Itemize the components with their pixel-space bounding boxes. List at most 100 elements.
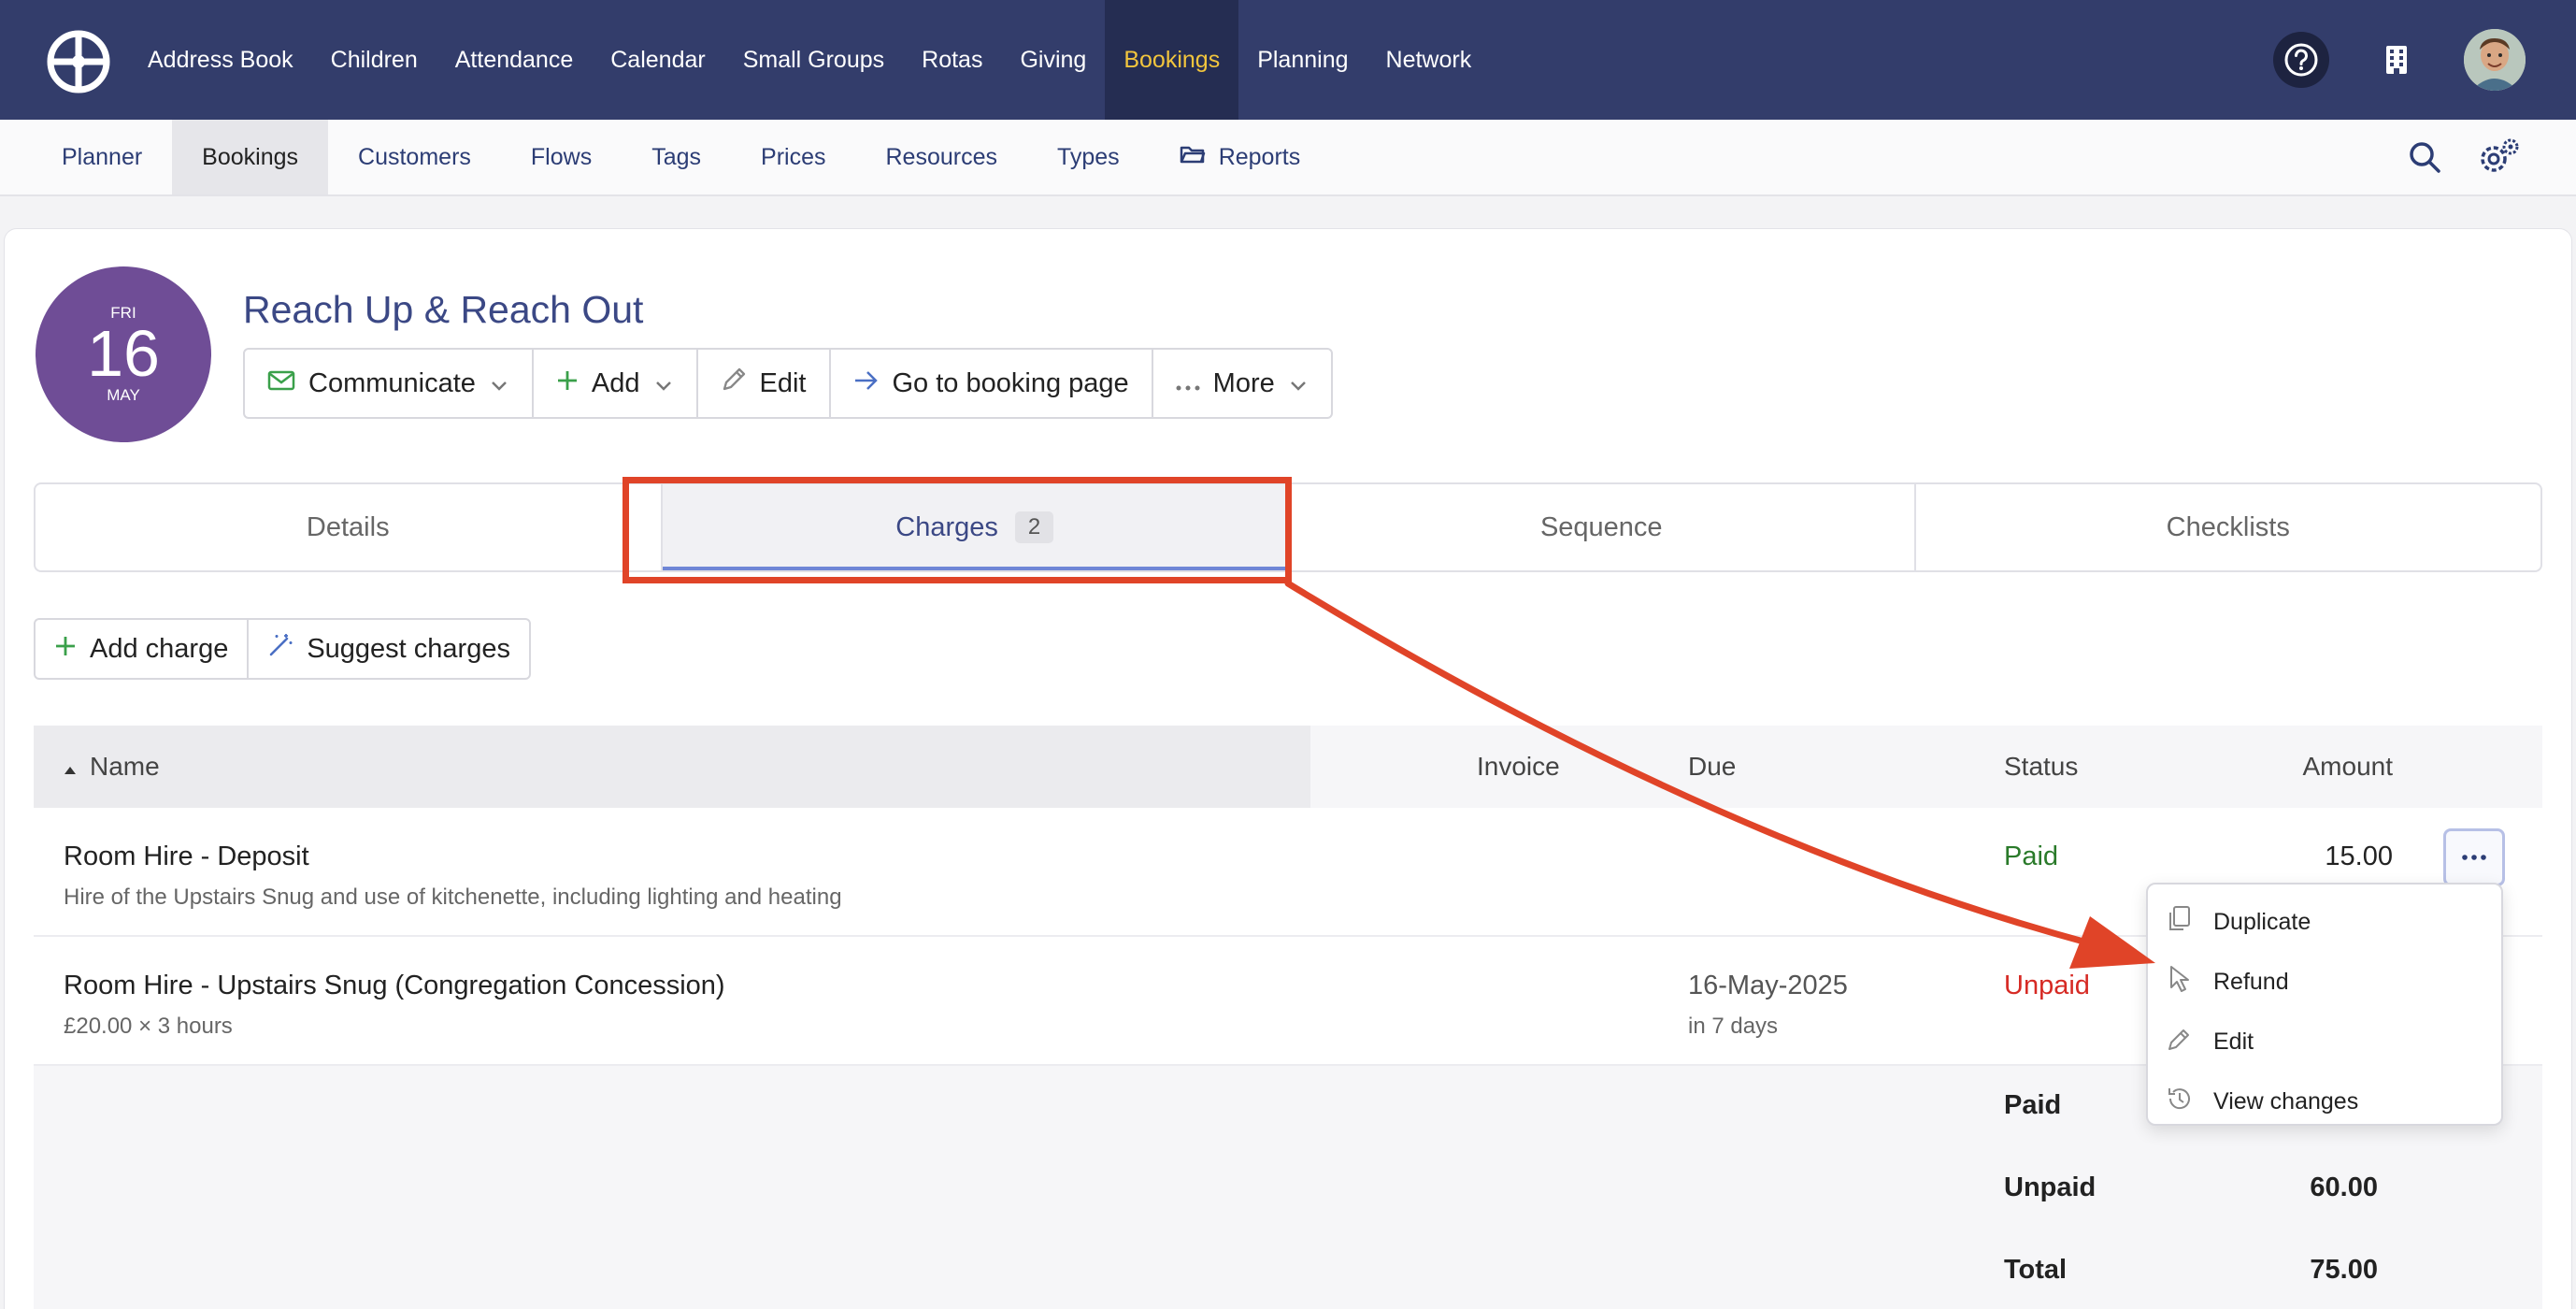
topnav-address-book[interactable]: Address Book bbox=[129, 0, 312, 120]
topnav-children[interactable]: Children bbox=[312, 0, 436, 120]
tab-checklists[interactable]: Checklists bbox=[1916, 484, 2541, 570]
charge-description: Hire of the Upstairs Snug and use of kit… bbox=[64, 885, 842, 910]
grand-total-value: 75.00 bbox=[2310, 1255, 2378, 1285]
row-options-menu: Duplicate Refund Edit View changes bbox=[2146, 883, 2503, 1126]
unpaid-total-value: 60.00 bbox=[2310, 1172, 2378, 1202]
topnav-rotas[interactable]: Rotas bbox=[903, 0, 1001, 120]
column-header-due[interactable]: Due bbox=[1688, 726, 1736, 808]
app-logo-icon[interactable] bbox=[47, 30, 110, 94]
organisation-building-icon[interactable] bbox=[2368, 32, 2425, 88]
topnav-calendar[interactable]: Calendar bbox=[592, 0, 723, 120]
menu-item-view-changes-label: View changes bbox=[2213, 1087, 2359, 1115]
sort-ascending-icon bbox=[64, 752, 77, 782]
top-navigation-bar: Address Book Children Attendance Calenda… bbox=[0, 0, 2576, 120]
more-button[interactable]: More bbox=[1153, 350, 1331, 417]
user-avatar[interactable] bbox=[2464, 29, 2526, 91]
menu-item-edit[interactable]: Edit bbox=[2148, 1012, 2501, 1072]
topnav-network[interactable]: Network bbox=[1367, 0, 1491, 120]
subnav-reports-label: Reports bbox=[1218, 143, 1301, 170]
booking-action-bar: Communicate Add Edit Go to booking page … bbox=[243, 348, 1333, 419]
menu-item-edit-label: Edit bbox=[2213, 1028, 2254, 1055]
menu-item-duplicate-label: Duplicate bbox=[2213, 908, 2311, 935]
suggest-charges-label: Suggest charges bbox=[307, 633, 510, 664]
sub-navigation-bar: Planner Bookings Customers Flows Tags Pr… bbox=[0, 120, 2576, 196]
topnav-planning[interactable]: Planning bbox=[1238, 0, 1367, 120]
go-to-booking-page-button[interactable]: Go to booking page bbox=[831, 350, 1153, 417]
charges-count-badge: 2 bbox=[1014, 511, 1054, 543]
ellipsis-icon bbox=[1176, 368, 1200, 399]
suggest-charges-button[interactable]: Suggest charges bbox=[249, 620, 529, 678]
charge-name: Room Hire - Deposit bbox=[64, 842, 309, 871]
menu-item-refund[interactable]: Refund bbox=[2148, 952, 2501, 1012]
menu-item-duplicate[interactable]: Duplicate bbox=[2148, 892, 2501, 952]
charges-table-header: Name Invoice Due Status Amount bbox=[34, 726, 2542, 808]
envelope-icon bbox=[267, 368, 295, 399]
column-header-amount[interactable]: Amount bbox=[2303, 726, 2394, 808]
topnav-bookings[interactable]: Bookings bbox=[1105, 0, 1239, 120]
history-icon bbox=[2167, 1085, 2191, 1119]
tab-sequence[interactable]: Sequence bbox=[1289, 484, 1916, 570]
chevron-down-icon bbox=[653, 368, 674, 399]
more-label: More bbox=[1212, 367, 1275, 398]
edit-button[interactable]: Edit bbox=[698, 350, 831, 417]
arrow-right-icon bbox=[853, 368, 880, 399]
column-header-name[interactable]: Name bbox=[64, 726, 160, 808]
add-label: Add bbox=[591, 367, 640, 398]
edit-label: Edit bbox=[759, 367, 807, 398]
subnav-flows[interactable]: Flows bbox=[501, 120, 622, 194]
add-charge-label: Add charge bbox=[90, 633, 229, 664]
charge-amount: 15.00 bbox=[2325, 842, 2393, 871]
help-button[interactable] bbox=[2273, 32, 2329, 88]
paid-total-label: Paid bbox=[2004, 1090, 2062, 1120]
help-icon bbox=[2273, 32, 2329, 88]
charge-due-date: 16-May-2025 bbox=[1688, 971, 1848, 1000]
tab-charges[interactable]: Charges 2 bbox=[662, 484, 1289, 570]
magic-wand-icon bbox=[267, 632, 293, 666]
tab-sequence-label: Sequence bbox=[1539, 511, 1663, 542]
menu-item-refund-label: Refund bbox=[2213, 968, 2289, 995]
subnav-types[interactable]: Types bbox=[1027, 120, 1150, 194]
settings-gears-icon[interactable] bbox=[2477, 137, 2520, 178]
date-day-number: 16 bbox=[87, 317, 160, 390]
grand-total-label: Total bbox=[2004, 1255, 2068, 1285]
topnav-giving[interactable]: Giving bbox=[1001, 0, 1105, 120]
subnav-prices[interactable]: Prices bbox=[731, 120, 855, 194]
ellipsis-icon bbox=[2462, 849, 2486, 866]
unpaid-total-label: Unpaid bbox=[2004, 1172, 2097, 1202]
tab-details[interactable]: Details bbox=[36, 484, 663, 570]
pencil-icon bbox=[2167, 1025, 2191, 1059]
subnav-reports[interactable]: Reports bbox=[1150, 120, 1331, 194]
tab-details-label: Details bbox=[306, 511, 390, 542]
communicate-label: Communicate bbox=[308, 367, 476, 398]
topnav-attendance[interactable]: Attendance bbox=[436, 0, 593, 120]
row-options-button[interactable] bbox=[2443, 828, 2505, 886]
menu-item-view-changes[interactable]: View changes bbox=[2148, 1072, 2501, 1131]
subnav-tags[interactable]: Tags bbox=[622, 120, 731, 194]
subnav-planner[interactable]: Planner bbox=[32, 120, 172, 194]
search-icon[interactable] bbox=[2406, 138, 2443, 176]
tab-checklists-label: Checklists bbox=[2166, 511, 2290, 542]
plus-icon bbox=[54, 634, 77, 665]
booking-tabs: Details Charges 2 Sequence Checklists bbox=[34, 482, 2542, 572]
add-button[interactable]: Add bbox=[534, 350, 698, 417]
subnav-resources[interactable]: Resources bbox=[855, 120, 1027, 194]
status-badge: Paid bbox=[2004, 842, 2059, 871]
go-to-booking-page-label: Go to booking page bbox=[892, 367, 1129, 398]
pencil-icon bbox=[721, 367, 747, 400]
subnav-customers[interactable]: Customers bbox=[328, 120, 501, 194]
charge-due-relative: in 7 days bbox=[1688, 1014, 1779, 1039]
page-title: Reach Up & Reach Out bbox=[243, 288, 644, 331]
booking-date-badge: FRI 16 MAY bbox=[36, 266, 211, 442]
status-badge: Unpaid bbox=[2004, 971, 2090, 1000]
chevron-down-icon bbox=[1288, 368, 1309, 399]
add-charge-button[interactable]: Add charge bbox=[36, 620, 250, 678]
subnav-bookings[interactable]: Bookings bbox=[172, 120, 329, 194]
chevron-down-icon bbox=[489, 368, 509, 399]
folder-icon bbox=[1180, 144, 1206, 171]
plus-icon bbox=[556, 368, 579, 399]
communicate-button[interactable]: Communicate bbox=[245, 350, 534, 417]
column-header-invoice[interactable]: Invoice bbox=[1477, 726, 1560, 808]
topnav-small-groups[interactable]: Small Groups bbox=[724, 0, 903, 120]
column-header-status[interactable]: Status bbox=[2004, 726, 2078, 808]
column-header-name-label: Name bbox=[90, 752, 160, 781]
